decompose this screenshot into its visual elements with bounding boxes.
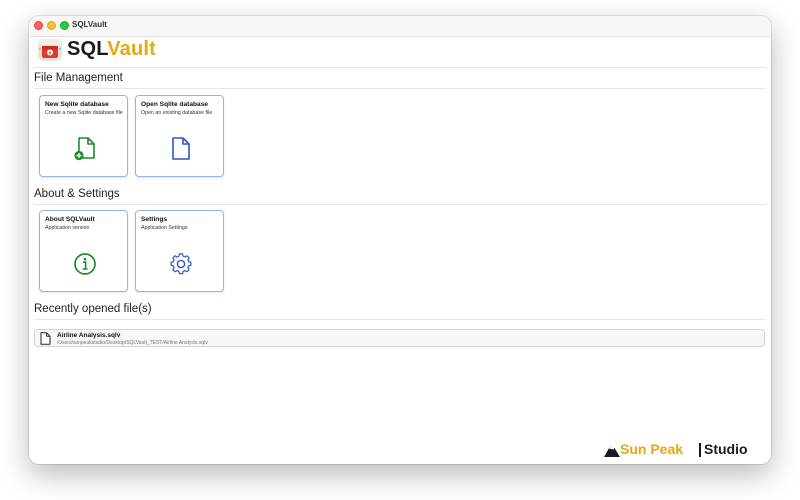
title-bar: SQLVault <box>29 16 771 37</box>
close-window-button[interactable] <box>34 21 43 30</box>
section-recent-files: Recently opened file(s) <box>34 303 152 315</box>
card-title: Settings <box>141 216 168 223</box>
recent-file-path: /Users/sunpeakstudio/Desktop/SQLVault_TE… <box>57 340 208 346</box>
card-subtitle: Open an existing database file <box>141 110 213 116</box>
section-file-management: File Management <box>34 72 123 84</box>
card-title: New Sqlite database <box>45 101 109 108</box>
brand-name-sql: SQL <box>67 38 108 60</box>
brand-name: SQLVault <box>67 38 156 61</box>
studio-logo: Sun Peak Studio <box>604 441 764 459</box>
divider <box>34 204 766 205</box>
recent-file-name: Airline Analysis.sqlv <box>57 332 121 339</box>
gear-icon <box>170 253 192 275</box>
about-card[interactable]: About SQLVault Application version <box>39 210 128 292</box>
file-add-icon <box>74 137 95 161</box>
settings-card[interactable]: Settings Application Settings <box>135 210 224 292</box>
new-database-card[interactable]: New Sqlite database Create a new Sqlite … <box>39 95 128 177</box>
recent-file-item[interactable]: Airline Analysis.sqlv /Users/sunpeakstud… <box>34 329 765 347</box>
mountain-icon <box>604 445 620 457</box>
card-title: Open Sqlite database <box>141 101 209 108</box>
studio-name-sunpeak: Sun Peak <box>620 441 684 457</box>
file-icon <box>40 332 51 345</box>
vault-logo-icon <box>38 39 62 61</box>
open-database-card[interactable]: Open Sqlite database Open an existing da… <box>135 95 224 177</box>
divider <box>34 319 766 320</box>
info-icon <box>74 253 96 275</box>
section-about-settings: About & Settings <box>34 188 120 200</box>
minimize-window-button[interactable] <box>47 21 56 30</box>
app-window: SQLVault SQLVault File Management New Sq… <box>29 16 771 464</box>
studio-name-studio: Studio <box>704 441 748 457</box>
card-title: About SQLVault <box>45 216 95 223</box>
card-subtitle: Application version <box>45 225 90 231</box>
window-title: SQLVault <box>72 20 107 29</box>
maximize-window-button[interactable] <box>60 21 69 30</box>
studio-separator <box>699 443 701 457</box>
card-subtitle: Create a new Sqlite database file <box>45 110 123 116</box>
card-subtitle: Application Settings <box>141 225 188 231</box>
divider <box>34 67 766 68</box>
file-icon <box>172 137 190 160</box>
divider <box>34 88 766 89</box>
brand-name-vault: Vault <box>107 38 157 60</box>
